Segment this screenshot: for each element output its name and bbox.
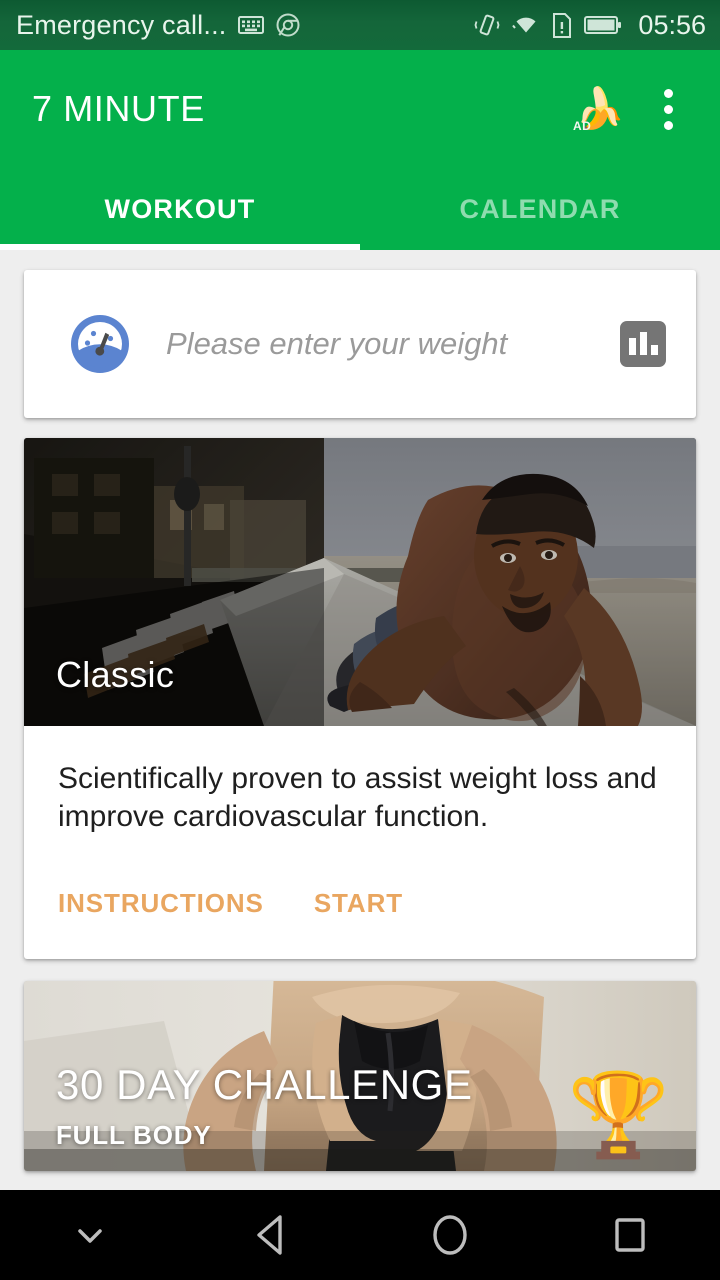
back-icon[interactable] <box>180 1190 360 1280</box>
phone-screen: Emergency call... 05:56 7 MINUTE 🍌 AD WO… <box>0 0 720 1280</box>
pushup-photo: Classic <box>24 438 696 726</box>
app-bar: 7 MINUTE 🍌 AD WORKOUT CALENDAR <box>0 50 720 250</box>
vibrate-icon <box>474 14 500 36</box>
overflow-dot <box>663 120 673 130</box>
instructions-button[interactable]: INSTRUCTIONS <box>42 878 280 929</box>
bar-chart-icon[interactable] <box>620 321 666 367</box>
overflow-dot <box>663 104 673 114</box>
android-nav-bar <box>0 1190 720 1280</box>
workout-list: Classic Scientifically proven to assist … <box>0 250 720 1190</box>
home-icon[interactable] <box>360 1190 540 1280</box>
clock: 05:56 <box>638 9 706 40</box>
recents-icon[interactable] <box>540 1190 720 1280</box>
weight-input[interactable] <box>166 326 620 362</box>
workout-card-title: Classic <box>56 654 175 695</box>
status-bar-right: 05:56 <box>474 10 706 41</box>
workout-card-description: Scientifically proven to assist weight l… <box>58 762 657 834</box>
workout-card-actions: INSTRUCTIONS START <box>24 836 696 959</box>
challenge-card-title: 30 DAY CHALLENGE <box>56 1061 473 1109</box>
status-bar: Emergency call... 05:56 <box>0 0 720 50</box>
overflow-menu-icon[interactable] <box>636 73 700 145</box>
challenge-card-subtitle: FULL BODY <box>56 1120 212 1151</box>
chart-bar <box>650 345 658 355</box>
overflow-dot <box>663 88 673 98</box>
challenge-card-30-day[interactable]: 30 DAY CHALLENGE FULL BODY 🏆 <box>24 981 696 1172</box>
chrome-icon <box>276 13 300 37</box>
tab-workout[interactable]: WORKOUT <box>0 168 360 250</box>
status-bar-left: Emergency call... <box>16 10 464 41</box>
ad-badge: AD <box>573 119 592 133</box>
battery-icon <box>584 16 622 34</box>
start-button[interactable]: START <box>298 878 419 929</box>
tab-calendar-label: CALENDAR <box>459 193 621 224</box>
chart-bar <box>628 338 636 355</box>
sim-alert-icon <box>553 12 572 38</box>
workout-card-classic[interactable]: Classic Scientifically proven to assist … <box>24 438 696 960</box>
workout-card-body: Scientifically proven to assist weight l… <box>24 726 696 836</box>
keyboard-icon <box>238 16 265 34</box>
wifi-icon <box>512 17 536 33</box>
trophy-icon: 🏆 <box>567 1070 670 1162</box>
weight-scale-icon <box>71 315 129 373</box>
weight-entry-card <box>24 270 696 418</box>
tab-calendar[interactable]: CALENDAR <box>360 168 720 250</box>
banana-ad-icon[interactable]: 🍌 AD <box>564 73 636 145</box>
notification-text: Emergency call... <box>16 9 227 40</box>
hide-keyboard-icon[interactable] <box>0 1190 180 1280</box>
tab-workout-label: WORKOUT <box>104 193 256 224</box>
page-title: 7 MINUTE <box>32 88 205 129</box>
app-bar-top-row: 7 MINUTE 🍌 AD <box>0 50 720 168</box>
chart-bar <box>639 332 647 355</box>
tab-bar: WORKOUT CALENDAR <box>0 168 720 250</box>
